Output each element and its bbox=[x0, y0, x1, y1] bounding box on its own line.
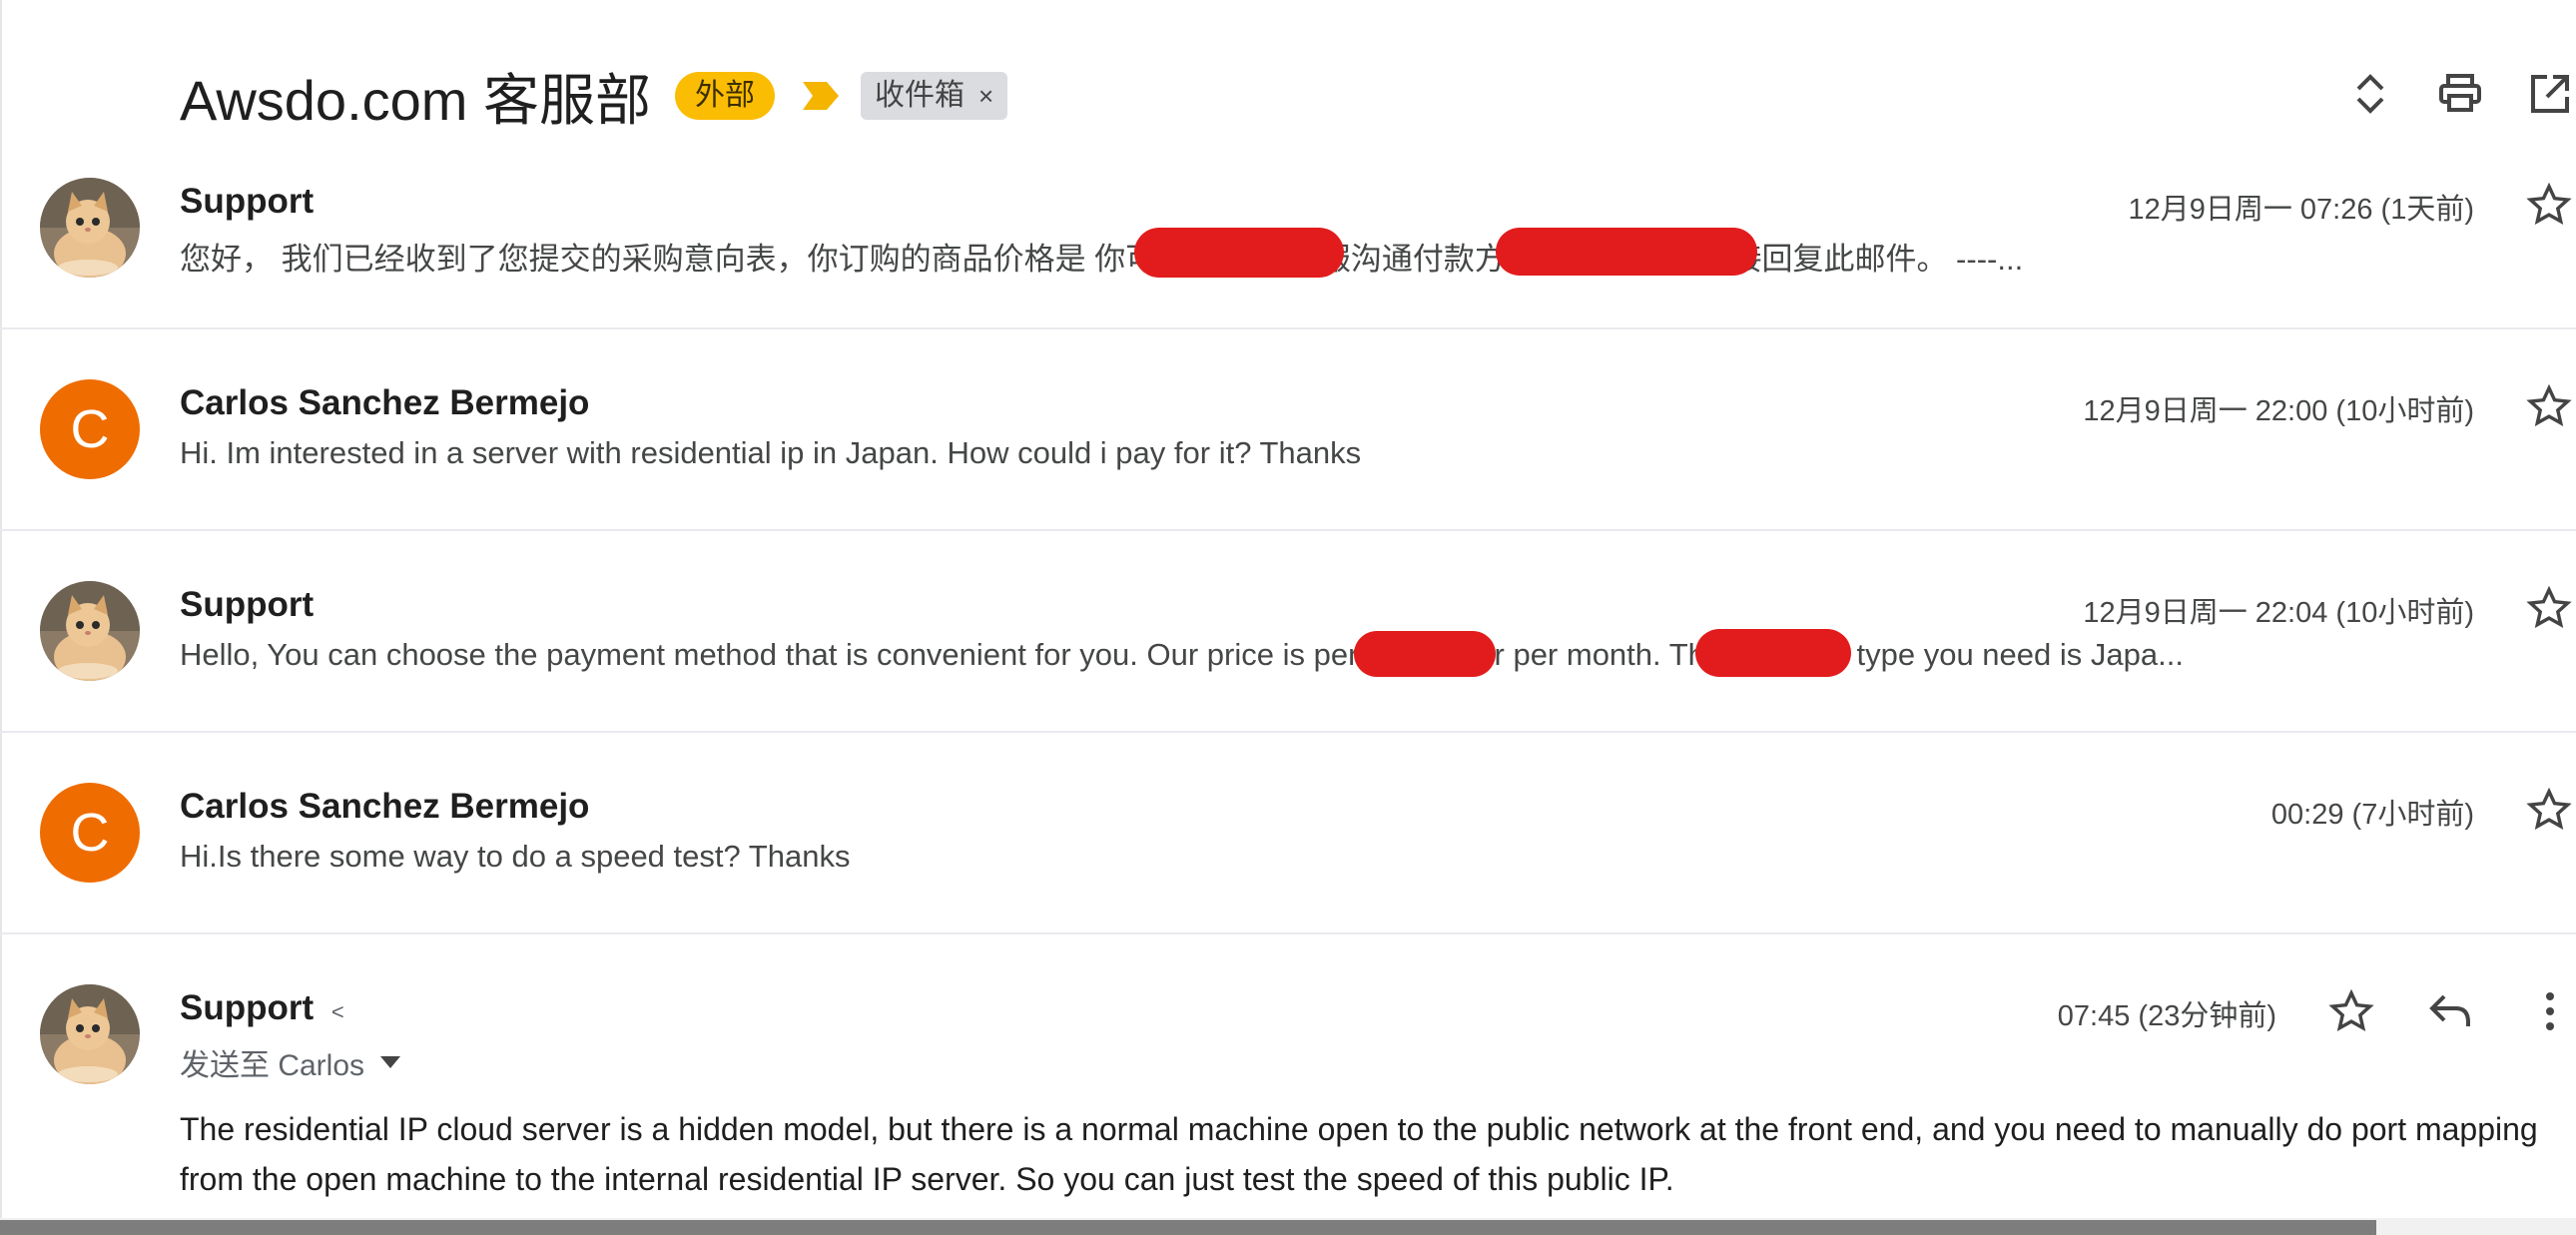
reply-icon[interactable] bbox=[2426, 988, 2474, 1034]
message-snippet: Hi.Is there some way to do a speed test?… bbox=[180, 839, 851, 874]
avatar: C bbox=[40, 783, 140, 883]
window-left-edge bbox=[0, 0, 2, 1235]
message-date: 12月9日周一 07:26 (1天前) bbox=[2128, 194, 2474, 226]
thread-subject: Awsdo.com 客服部 bbox=[180, 68, 651, 132]
sender-name: Carlos Sanchez Bermejo bbox=[180, 383, 590, 422]
avatar bbox=[40, 178, 140, 278]
message-divider bbox=[0, 327, 2576, 329]
importance-marker-icon[interactable] bbox=[802, 76, 841, 116]
sender-name-text: Support bbox=[180, 988, 315, 1027]
dropdown-arrow-icon[interactable] bbox=[376, 1052, 404, 1072]
print-icon[interactable] bbox=[2432, 66, 2488, 122]
remove-label-button[interactable]: × bbox=[978, 78, 993, 114]
redaction-mark bbox=[1354, 631, 1496, 677]
more-vert-icon[interactable] bbox=[2538, 988, 2562, 1034]
sender-name: Support bbox=[180, 182, 315, 221]
redaction-mark bbox=[1134, 228, 1344, 278]
star-icon[interactable] bbox=[2526, 383, 2572, 429]
avatar: C bbox=[40, 379, 140, 479]
external-badge: 外部 bbox=[674, 72, 775, 120]
message-body-line: The residential IP cloud server is a hid… bbox=[180, 1111, 2538, 1147]
message-body-line: from the open machine to the internal re… bbox=[180, 1161, 1674, 1197]
message-snippet: Hi. Im interested in a server with resid… bbox=[180, 435, 1362, 470]
message-date: 12月9日周一 22:00 (10小时前) bbox=[2083, 395, 2474, 427]
star-icon[interactable] bbox=[2328, 988, 2374, 1034]
message-divider bbox=[0, 932, 2576, 934]
sender-name: Support bbox=[180, 585, 315, 624]
avatar bbox=[40, 581, 140, 681]
inbox-label-text: 收件箱 bbox=[874, 79, 965, 112]
thread-header: Awsdo.com 客服部 外部 收件箱 × bbox=[180, 56, 1008, 136]
sender-name: Support < bbox=[180, 988, 344, 1028]
expand-all-icon[interactable] bbox=[2342, 66, 2398, 122]
message-divider bbox=[0, 529, 2576, 531]
message-date: 07:45 (23分钟前) bbox=[2057, 1000, 2276, 1032]
redaction-mark bbox=[1695, 629, 1851, 677]
message-date: 12月9日周一 22:04 (10小时前) bbox=[2083, 597, 2474, 629]
sender-detail: < bbox=[330, 999, 344, 1024]
star-icon[interactable] bbox=[2526, 182, 2572, 228]
recipient-text: 发送至 Carlos bbox=[180, 1049, 365, 1082]
sender-name: Carlos Sanchez Bermejo bbox=[180, 787, 590, 826]
message-snippet: Hello, You can choose the payment method… bbox=[180, 637, 2184, 672]
message-divider bbox=[0, 731, 2576, 733]
horizontal-scrollbar-thumb[interactable] bbox=[0, 1220, 2376, 1235]
star-icon[interactable] bbox=[2526, 787, 2572, 833]
inbox-label-chip: 收件箱 × bbox=[860, 72, 1008, 120]
recipient-line[interactable]: 发送至 Carlos bbox=[180, 1040, 404, 1084]
message-date: 00:29 (7小时前) bbox=[2270, 799, 2474, 831]
redaction-mark bbox=[1496, 228, 1757, 276]
open-in-new-window-icon[interactable] bbox=[2522, 66, 2576, 122]
star-icon[interactable] bbox=[2526, 585, 2572, 631]
avatar bbox=[40, 984, 140, 1084]
